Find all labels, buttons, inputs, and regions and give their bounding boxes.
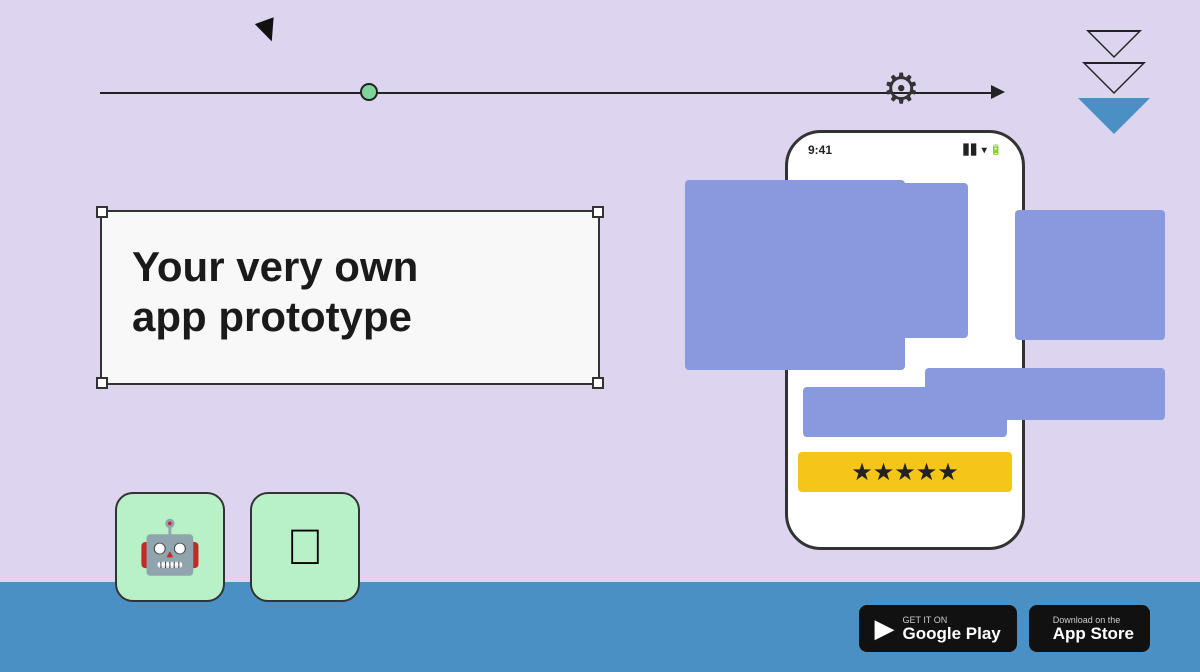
triangle-outline-medium-icon	[1082, 62, 1146, 94]
handle-bottom-left[interactable]	[96, 377, 108, 389]
float-block-bottom-right	[925, 368, 1165, 420]
phone-time: 9:41	[808, 143, 832, 157]
text-line2: app prototype	[132, 293, 412, 340]
float-block-large	[685, 180, 905, 370]
android-icon: 🤖	[138, 517, 203, 578]
triangle-decorations	[1078, 30, 1150, 134]
handle-top-right[interactable]	[592, 206, 604, 218]
prototype-text-box: Your very own app prototype	[100, 210, 600, 385]
google-play-icon: ▶	[875, 613, 895, 644]
handle-bottom-right[interactable]	[592, 377, 604, 389]
apple-icon: 	[286, 518, 324, 576]
app-store-badge[interactable]: Download on the App Store	[1029, 605, 1150, 652]
google-play-main-text: Google Play	[903, 625, 1001, 642]
platform-icon-group: 🤖 	[115, 492, 360, 602]
phone-status-bar: 9:41 ▋▋ ▾ 🔋	[808, 143, 1002, 157]
phone-stars-widget: ★★★★★	[798, 452, 1012, 492]
phone-mockup: 9:41 ▋▋ ▾ 🔋 ★★★★★	[765, 130, 1045, 550]
google-play-badge[interactable]: ▶ GET IT ON Google Play	[859, 605, 1017, 652]
store-badges: ▶ GET IT ON Google Play Download on the …	[859, 605, 1150, 652]
stars-text: ★★★★★	[851, 458, 959, 487]
triangle-outline-small-icon	[1086, 30, 1142, 58]
android-icon-box[interactable]: 🤖	[115, 492, 225, 602]
apple-icon-box[interactable]: 	[250, 492, 360, 602]
timeline-line	[100, 92, 1000, 94]
prototype-text: Your very own app prototype	[102, 212, 598, 373]
timeline-arrow-icon	[991, 85, 1005, 99]
google-play-text: GET IT ON Google Play	[903, 616, 1001, 642]
app-store-main-text: App Store	[1053, 625, 1134, 642]
triangle-filled-icon	[1078, 98, 1150, 134]
text-line1: Your very own	[132, 243, 418, 290]
float-block-right	[1015, 210, 1165, 340]
gear-icon: ⚙	[882, 68, 920, 110]
timeline-dot	[360, 83, 378, 101]
app-store-text: Download on the App Store	[1053, 616, 1134, 642]
handle-top-left[interactable]	[96, 206, 108, 218]
phone-status-icons: ▋▋ ▾ 🔋	[964, 145, 1002, 156]
